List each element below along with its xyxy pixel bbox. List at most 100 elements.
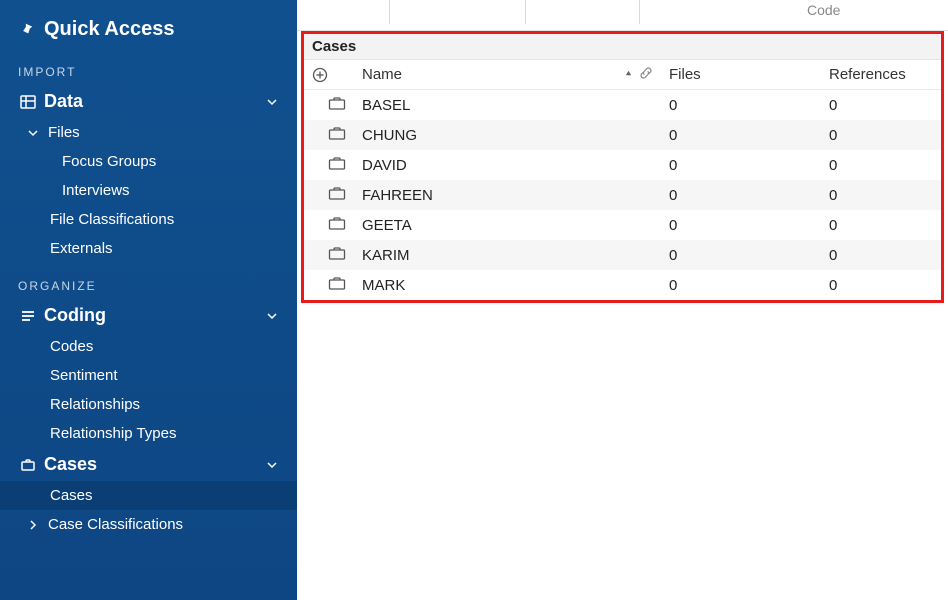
sidebar-item-label: Focus Groups (56, 153, 281, 170)
row-files: 0 (661, 240, 821, 270)
table-row[interactable]: MARK00 (304, 270, 941, 300)
sidebar-item-label: Coding (38, 305, 263, 326)
row-references: 0 (821, 90, 941, 121)
chevron-right-icon (24, 520, 42, 530)
row-icon-cell (304, 210, 354, 240)
sidebar-item-label: Externals (44, 240, 281, 257)
briefcase-icon (328, 156, 346, 170)
sidebar-item-coding[interactable]: Coding (0, 299, 297, 332)
row-files: 0 (661, 120, 821, 150)
row-name: CHUNG (354, 120, 661, 150)
col-label: Files (669, 66, 701, 83)
sidebar-item-codes[interactable]: Codes (0, 332, 297, 361)
sidebar-item-label: Relationship Types (44, 425, 281, 442)
sidebar-item-files[interactable]: Files (0, 118, 297, 147)
row-name: KARIM (354, 240, 661, 270)
sidebar-item-label: Codes (44, 338, 281, 355)
cases-table: Name Files (304, 60, 941, 300)
row-files: 0 (661, 210, 821, 240)
row-files: 0 (661, 90, 821, 121)
briefcase-icon (328, 96, 346, 110)
quick-access-header[interactable]: Quick Access (0, 4, 297, 49)
row-references: 0 (821, 240, 941, 270)
sidebar-item-label: Files (42, 124, 281, 141)
sidebar-item-label: Relationships (44, 396, 281, 413)
col-header-references[interactable]: References (821, 60, 941, 90)
sidebar-item-label: Cases (44, 487, 281, 504)
briefcase-icon (328, 126, 346, 140)
row-icon-cell (304, 180, 354, 210)
table-row[interactable]: GEETA00 (304, 210, 941, 240)
row-files: 0 (661, 180, 821, 210)
sidebar-item-focus-groups[interactable]: Focus Groups (0, 147, 297, 176)
sidebar-item-label: Interviews (56, 182, 281, 199)
row-icon-cell (304, 270, 354, 300)
row-files: 0 (661, 150, 821, 180)
table-row[interactable]: BASEL00 (304, 90, 941, 121)
coding-icon (18, 308, 38, 324)
col-header-files[interactable]: Files (661, 60, 821, 90)
panel-title: Cases (304, 34, 941, 60)
sidebar-item-label: Data (38, 91, 263, 112)
sidebar: Quick Access IMPORT Data Files Focus Gro… (0, 0, 297, 600)
briefcase-icon (328, 186, 346, 200)
sidebar-item-case-classifications[interactable]: Case Classifications (0, 510, 297, 539)
table-row[interactable]: CHUNG00 (304, 120, 941, 150)
row-icon-cell (304, 90, 354, 121)
briefcase-icon (18, 457, 38, 473)
col-header-icon[interactable] (304, 60, 354, 90)
row-references: 0 (821, 180, 941, 210)
sidebar-item-relationships[interactable]: Relationships (0, 390, 297, 419)
table-row[interactable]: KARIM00 (304, 240, 941, 270)
sidebar-item-interviews[interactable]: Interviews (0, 176, 297, 205)
sidebar-item-sentiment[interactable]: Sentiment (0, 361, 297, 390)
code-label: Code (807, 2, 840, 18)
sidebar-item-relationship-types[interactable]: Relationship Types (0, 419, 297, 448)
row-files: 0 (661, 270, 821, 300)
briefcase-icon (328, 246, 346, 260)
cases-panel: Cases Name (301, 31, 944, 303)
sidebar-item-cases-sub[interactable]: Cases (0, 481, 297, 510)
row-references: 0 (821, 270, 941, 300)
data-icon (18, 94, 38, 110)
sidebar-item-label: File Classifications (44, 211, 281, 228)
row-icon-cell (304, 150, 354, 180)
sort-asc-icon (624, 69, 633, 78)
row-name: FAHREEN (354, 180, 661, 210)
briefcase-icon (328, 216, 346, 230)
sidebar-item-label: Sentiment (44, 367, 281, 384)
row-name: DAVID (354, 150, 661, 180)
row-references: 0 (821, 210, 941, 240)
top-strip: Code (297, 0, 948, 31)
row-name: BASEL (354, 90, 661, 121)
table-row[interactable]: DAVID00 (304, 150, 941, 180)
sidebar-item-label: Case Classifications (42, 516, 281, 533)
col-label: References (829, 66, 906, 83)
sidebar-item-cases[interactable]: Cases (0, 448, 297, 481)
main-area: Code Cases Name (297, 0, 948, 600)
pin-icon (18, 22, 34, 38)
row-icon-cell (304, 240, 354, 270)
chevron-down-icon (24, 128, 42, 138)
row-name: MARK (354, 270, 661, 300)
chevron-down-icon (263, 311, 281, 321)
add-icon (312, 67, 346, 83)
chevron-down-icon (263, 97, 281, 107)
sidebar-item-externals[interactable]: Externals (0, 234, 297, 263)
sidebar-item-data[interactable]: Data (0, 85, 297, 118)
sidebar-item-label: Cases (38, 454, 263, 475)
briefcase-icon (328, 276, 346, 290)
row-references: 0 (821, 120, 941, 150)
row-icon-cell (304, 120, 354, 150)
col-label: Name (362, 66, 402, 83)
chevron-down-icon (263, 460, 281, 470)
section-organize: ORGANIZE (0, 263, 297, 299)
table-row[interactable]: FAHREEN00 (304, 180, 941, 210)
sidebar-item-file-classifications[interactable]: File Classifications (0, 205, 297, 234)
row-name: GEETA (354, 210, 661, 240)
section-import: IMPORT (0, 49, 297, 85)
quick-access-label: Quick Access (44, 18, 174, 41)
row-references: 0 (821, 150, 941, 180)
col-header-name[interactable]: Name (354, 60, 661, 90)
link-icon (639, 66, 653, 80)
